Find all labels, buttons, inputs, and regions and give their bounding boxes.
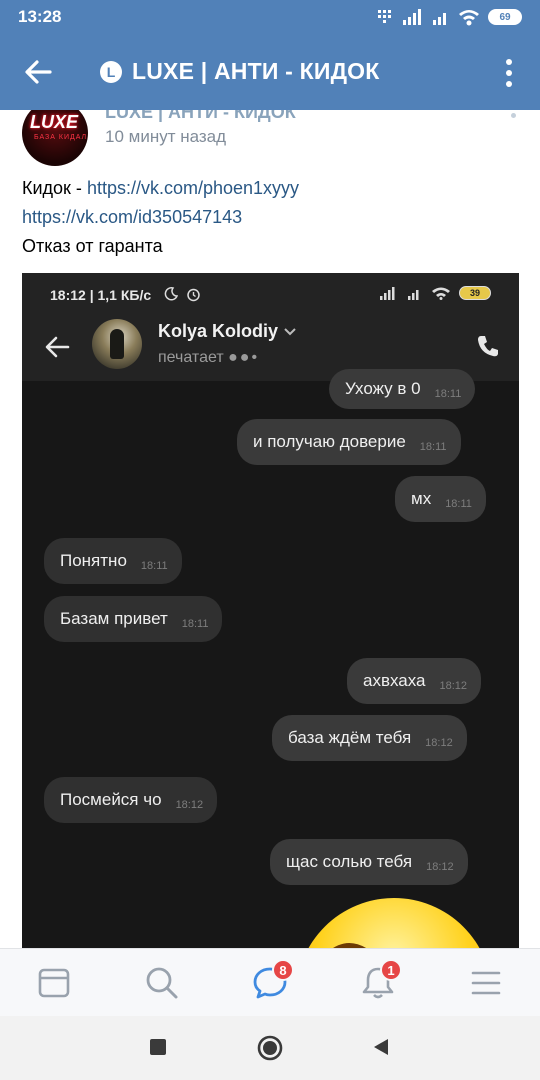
image-signal2-icon [408,290,419,300]
message-time: 18:12 [425,737,453,749]
contact-avatar [92,319,142,369]
message-text: мх [411,489,432,508]
message-text: и получаю доверие [253,432,406,451]
signal-icon [403,9,421,25]
message-bubble-out: мх 18:11 [395,476,486,522]
notifications-nav[interactable]: 1 [360,959,402,1001]
message-bubble-in: Понятно 18:11 [44,538,182,584]
post-line1-prefix: Кидок - [22,178,87,198]
alarm-icon [187,288,200,302]
message-time: 18:11 [434,388,462,400]
image-status-bar: 18:12 | 1,1 КБ/с 39 [22,273,519,317]
message-time: 18:12 [439,680,468,692]
message-text: Посмейся чо [60,790,162,809]
notifications-badge: 1 [380,959,402,981]
image-status-time: 18:12 | 1,1 КБ/с [50,287,152,303]
back-arrow-icon[interactable] [22,56,54,88]
messages-nav[interactable]: 8 [252,959,294,1001]
post-menu-icon[interactable] [511,113,516,118]
chevron-down-icon [284,328,296,336]
page-title[interactable]: L LUXE | АНТИ - КИДОК [100,58,379,85]
contact-name: Kolya Kolodiy [158,321,297,342]
message-time: 18:11 [181,618,209,630]
phone-icon [478,336,498,357]
image-status-icons: 39 [379,286,491,300]
system-navigation-bar [0,1016,540,1080]
typing-text: печатает [158,349,224,366]
image-back-arrow-icon [45,336,70,358]
post-time: 10 минут назад [105,127,227,146]
contact-name-text: Kolya Kolodiy [158,321,279,341]
news-icon[interactable] [36,965,72,1001]
community-title: LUXE | АНТИ - КИДОК [132,58,380,84]
message-text: щас солью тебя [286,852,413,871]
status-icons: 69 [376,8,522,26]
message-bubble-in: Посмейся чо 18:12 [44,777,218,823]
typing-dots: ●●• [228,349,260,366]
post-text: Кидок - https://vk.com/phoen1xyyy https:… [22,174,299,261]
message-list: Ухожу в 0 18:11 и получаю доверие 18:11 мх… [22,369,519,948]
alarm-muted-icon [378,10,391,23]
message-bubble-out: щас солью тебя 18:12 [270,839,468,885]
moon-icon [164,287,178,301]
message-bubble-out: база ждём тебя 18:12 [272,715,467,761]
home-button[interactable] [256,1034,284,1062]
message-bubble-out: ахвхаха 18:12 [347,658,482,704]
scammer-link-2[interactable]: https://vk.com/id350547143 [22,207,242,227]
image-battery-icon: 39 [459,286,491,300]
post: LUXE БАЗА КИДАЛ LUXE | АНТИ - КИДОК 10 м… [0,110,540,948]
message-bubble-out: и получаю доверие 18:11 [237,419,461,465]
message-time: 18:11 [140,560,168,572]
recents-button[interactable] [147,1036,169,1058]
menu-icon[interactable] [468,965,504,1001]
status-bar: 13:28 69 [0,0,540,36]
community-logo-icon: L [100,60,122,83]
more-vertical-icon[interactable] [504,58,514,88]
top-bar: 13:28 69 L LUXE | АНТИ - КИДОК [0,0,540,110]
message-time: 18:11 [445,498,472,510]
app-bar: L LUXE | АНТИ - КИДОК [0,36,540,110]
message-text: Понятно [60,551,127,570]
wifi-icon [459,10,479,26]
message-text: база ждём тебя [288,728,412,747]
community-avatar[interactable]: LUXE БАЗА КИДАЛ [22,110,88,166]
luxe-logo-subtitle: БАЗА КИДАЛ [34,134,88,141]
search-icon[interactable] [144,965,180,1001]
messages-badge: 8 [272,959,294,981]
luxe-logo: LUXE [30,112,79,132]
image-signal-icon [380,287,395,300]
message-bubble-out: Ухожу в 0 18:11 [329,369,476,409]
image-wifi-icon [432,287,450,300]
status-time: 13:28 [18,7,62,26]
message-time: 18:12 [426,861,454,873]
message-text: Ухожу в 0 [345,379,421,398]
message-time: 18:12 [175,799,204,811]
message-time: 18:11 [419,441,447,453]
message-bubble-in: Базам привет 18:11 [44,596,223,642]
bottom-navigation: 8 1 [0,948,540,1016]
scammer-link-1[interactable]: https://vk.com/phoen1xyyy [87,178,299,198]
laughing-emoji-sticker [308,898,480,948]
post-author[interactable]: LUXE | АНТИ - КИДОК [105,110,296,123]
post-image[interactable]: 18:12 | 1,1 КБ/с 39 Kolya Kolodiy печата… [22,273,519,948]
battery-icon: 69 [488,9,522,25]
post-line3: Отказ от гаранта [22,236,163,256]
message-text: ахвхаха [363,671,426,690]
back-button[interactable] [370,1036,392,1058]
typing-indicator: печатает ●●• [158,349,259,367]
signal2-icon [433,13,446,25]
message-text: Базам привет [60,609,168,628]
